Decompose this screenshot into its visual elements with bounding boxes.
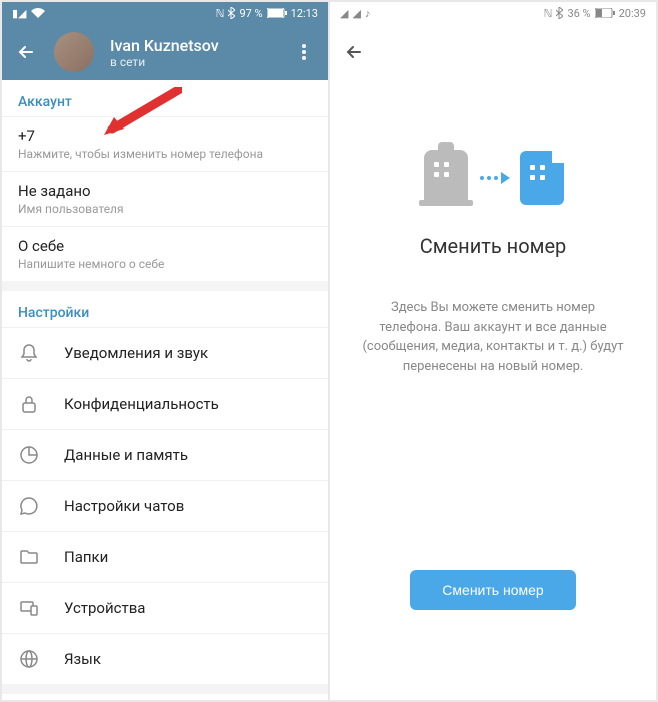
change-number-button[interactable]: Сменить номер [410, 570, 575, 610]
chat-icon [18, 495, 40, 517]
new-sim-icon [520, 151, 564, 205]
chat-label: Настройки чатов [64, 497, 184, 515]
signal-icon: ◢ [340, 7, 348, 20]
back-button[interactable] [342, 40, 366, 64]
tiktok-icon: ♪ [365, 7, 371, 20]
change-number-content: Сменить номер Здесь Вы можете сменить но… [330, 80, 656, 700]
change-number-title: Сменить номер [420, 234, 567, 258]
profile-name: Ivan Kuznetsov [110, 36, 276, 55]
account-title: Аккаунт [2, 80, 328, 116]
help-section: Помощь [2, 694, 328, 700]
signal-icon: ◢ [352, 7, 360, 20]
privacy-label: Конфиденциальность [64, 395, 219, 413]
language-row[interactable]: Язык [2, 633, 328, 684]
chat-row[interactable]: Настройки чатов [2, 480, 328, 531]
status-bar: ▮◢ ℕ 97 % 12:13 [2, 2, 328, 24]
more-button[interactable] [292, 44, 316, 60]
folder-icon [18, 546, 40, 568]
battery-icon [267, 8, 287, 18]
profile-status: в сети [110, 55, 276, 69]
devices-label: Устройства [64, 599, 145, 617]
phone-value: +7 [18, 127, 312, 145]
nfc-icon: ℕ [544, 7, 553, 20]
battery-icon [595, 8, 615, 18]
settings-title: Настройки [2, 291, 328, 327]
folders-label: Папки [64, 548, 108, 566]
back-button[interactable] [14, 40, 38, 64]
username-value: Не задано [18, 182, 312, 200]
change-number-screen: ◢ ◢ ♪ ℕ 36 % 20:39 [330, 2, 656, 700]
header [330, 24, 656, 80]
account-section: Аккаунт +7 Нажмите, чтобы изменить номер… [2, 80, 328, 281]
nfc-icon: ℕ [216, 7, 225, 20]
globe-icon [18, 648, 40, 670]
settings-section: Настройки Уведомления и звук Конфиденциа… [2, 291, 328, 684]
username-sub: Имя пользователя [18, 202, 312, 216]
bluetooth-icon [556, 7, 563, 19]
help-title: Помощь [2, 694, 328, 700]
battery-percent: 36 % [567, 7, 590, 20]
bio-value: О себе [18, 237, 312, 255]
avatar[interactable] [54, 32, 94, 72]
language-label: Язык [64, 650, 101, 668]
settings-screen: ▮◢ ℕ 97 % 12:13 Ivan Kuznetsov в сети [2, 2, 328, 700]
pie-icon [18, 444, 40, 466]
wifi-icon [31, 8, 45, 18]
signal-icon: ▮◢ [12, 7, 27, 20]
devices-icon [18, 597, 40, 619]
bio-sub: Напишите немного о себе [18, 257, 312, 271]
phone-sub: Нажмите, чтобы изменить номер телефона [18, 147, 312, 161]
data-row[interactable]: Данные и память [2, 429, 328, 480]
clock: 12:13 [291, 7, 318, 20]
bell-icon [18, 342, 40, 364]
privacy-row[interactable]: Конфиденциальность [2, 378, 328, 429]
transfer-arrow-icon [480, 172, 510, 184]
bio-row[interactable]: О себе Напишите немного о себе [2, 226, 328, 281]
bluetooth-icon [228, 7, 235, 19]
status-bar: ◢ ◢ ♪ ℕ 36 % 20:39 [330, 2, 656, 24]
sim-transfer-graphic [422, 150, 564, 206]
old-sim-icon [422, 150, 470, 206]
folders-row[interactable]: Папки [2, 531, 328, 582]
change-number-description: Здесь Вы можете сменить номер телефона. … [360, 298, 626, 376]
devices-row[interactable]: Устройства [2, 582, 328, 633]
notifications-row[interactable]: Уведомления и звук [2, 327, 328, 378]
phone-row[interactable]: +7 Нажмите, чтобы изменить номер телефон… [2, 116, 328, 171]
notifications-label: Уведомления и звук [64, 344, 208, 362]
username-row[interactable]: Не задано Имя пользователя [2, 171, 328, 226]
profile-header: Ivan Kuznetsov в сети [2, 24, 328, 80]
lock-icon [18, 393, 40, 415]
clock: 20:39 [619, 7, 646, 20]
battery-percent: 97 % [239, 7, 262, 20]
settings-content: Аккаунт +7 Нажмите, чтобы изменить номер… [2, 80, 328, 700]
data-label: Данные и память [64, 446, 188, 464]
